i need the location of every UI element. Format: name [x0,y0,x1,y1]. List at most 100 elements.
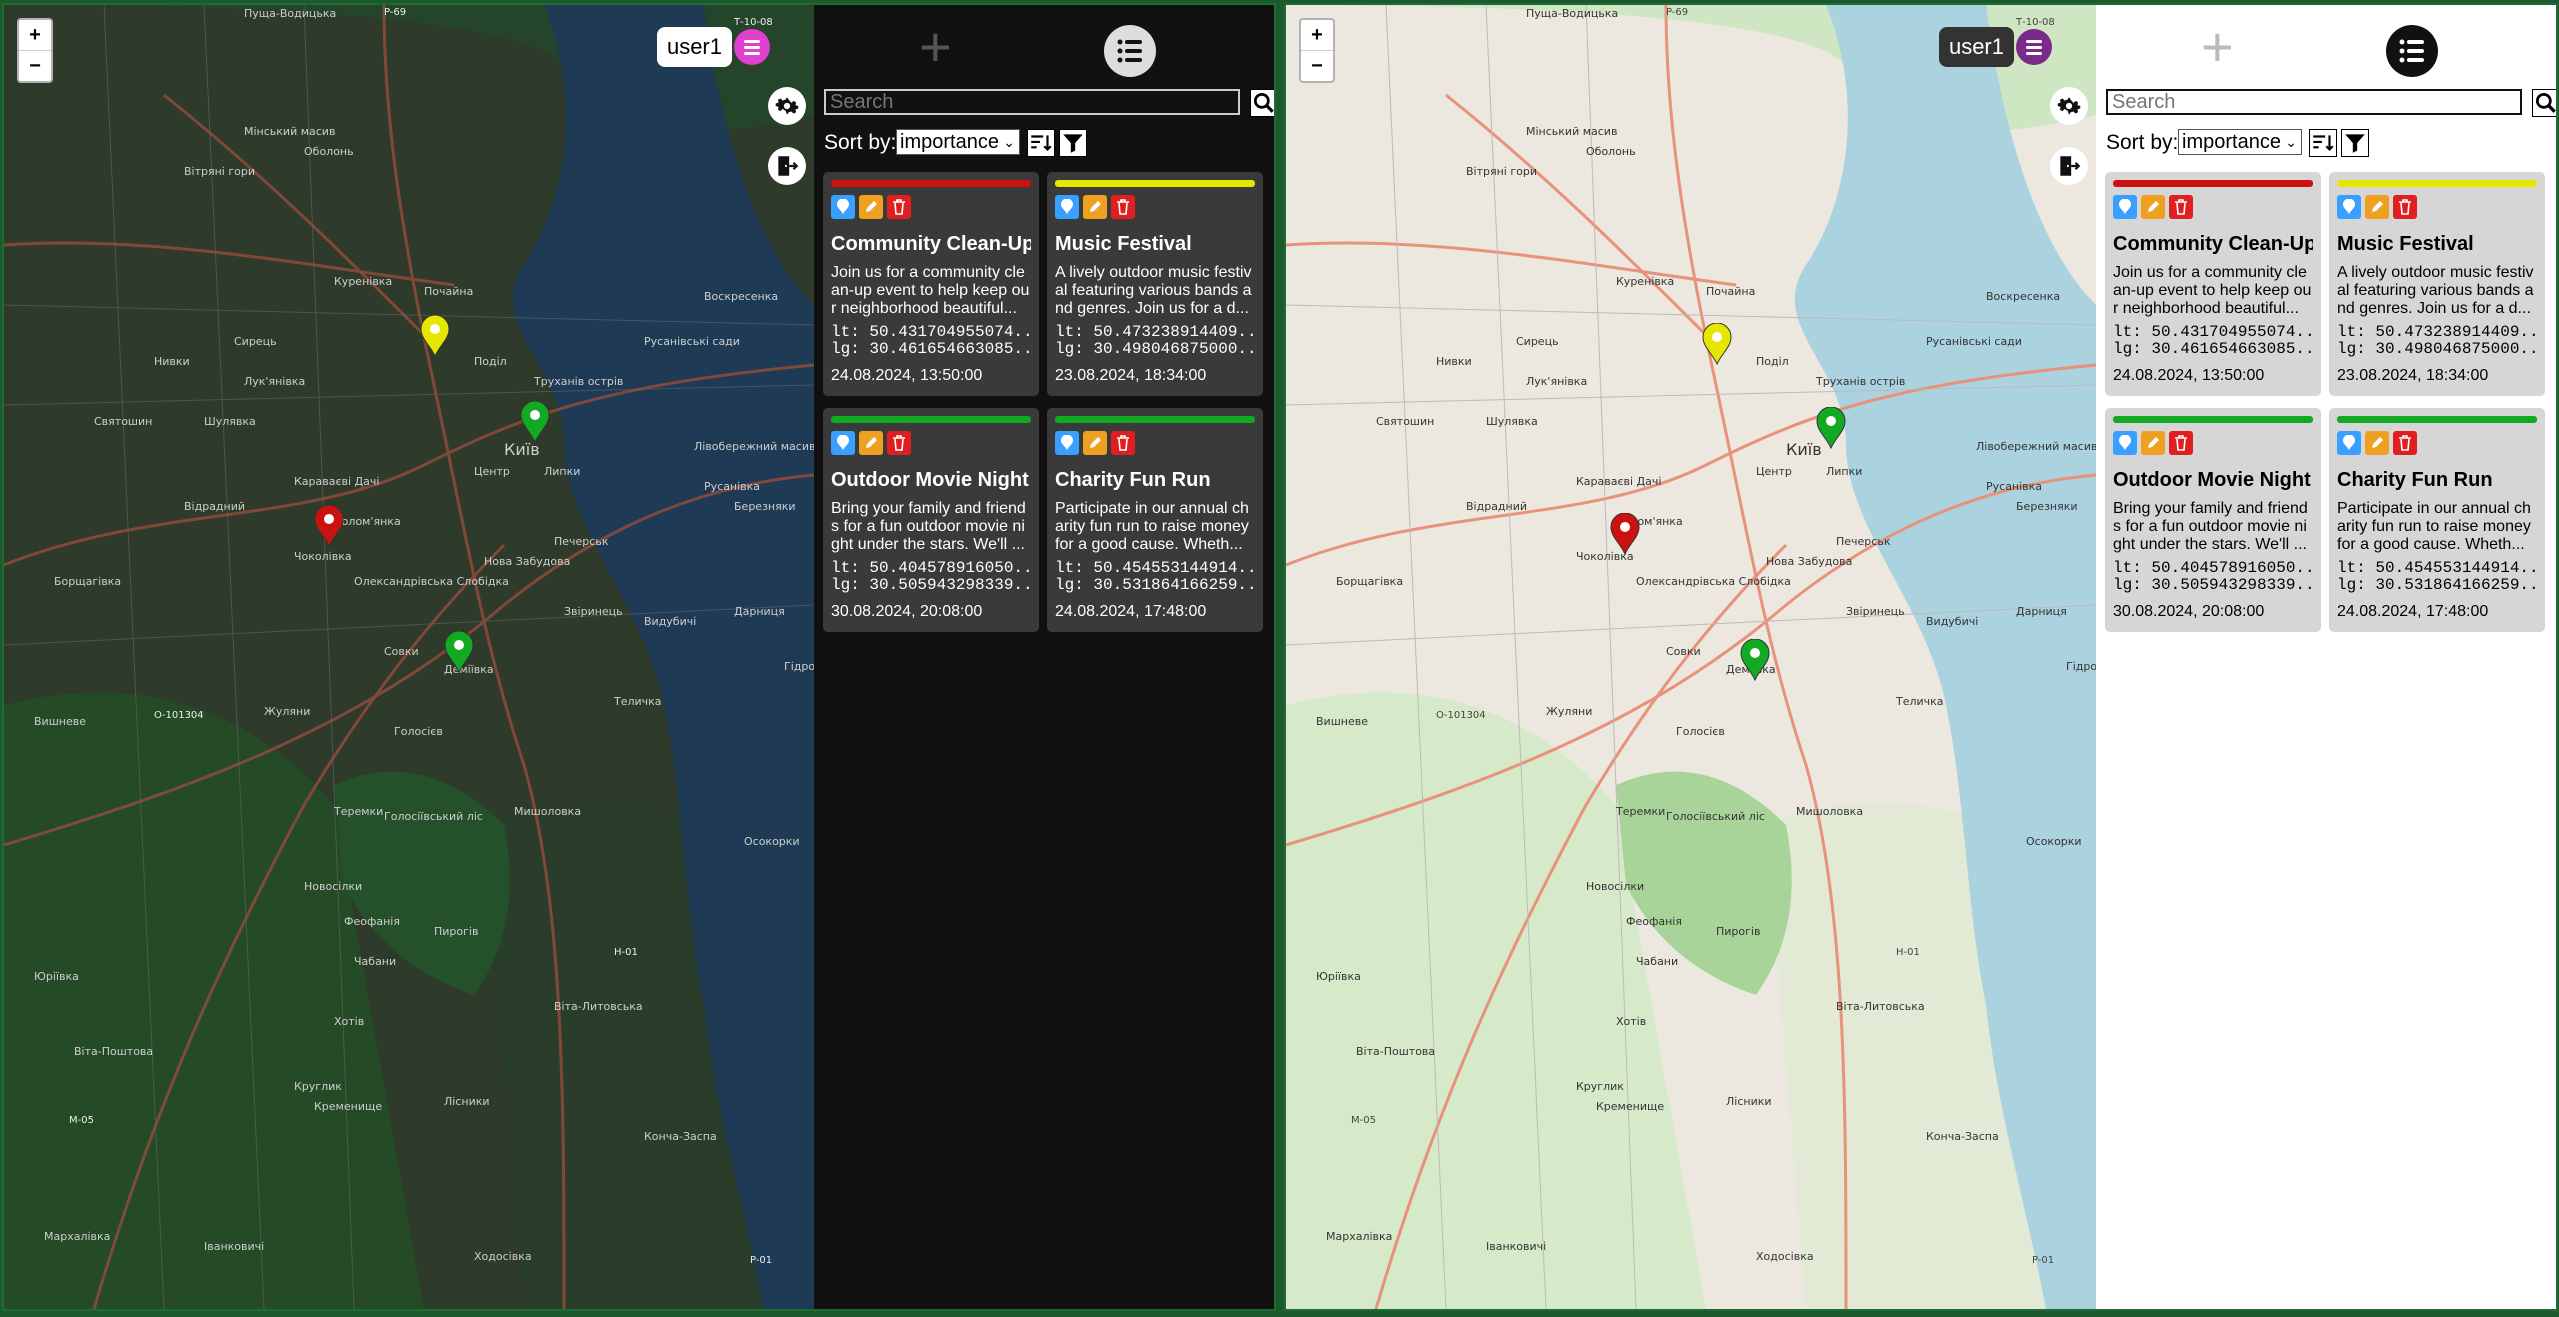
search-input[interactable] [2106,89,2522,115]
marker-green[interactable] [444,631,474,673]
sort-direction-button[interactable] [2309,129,2337,157]
map-place-label: Віта-Литовська [554,1000,643,1013]
zoom-control: + − [17,18,53,83]
location-icon[interactable] [1055,195,1079,219]
logout-button[interactable] [768,147,806,185]
map-canvas[interactable]: Оболонь Мінський масив Вітряні гори Куренів… [4,5,814,1309]
zoom-out-button[interactable]: − [1301,50,1333,81]
map-place-label: Мишоловка [514,805,581,818]
road-label: Т-10-08 [2015,17,2055,28]
edit-icon[interactable] [2365,195,2389,219]
map-light[interactable]: Оболонь Мінський масив Вітряні гори Куренів… [1286,5,2096,1309]
map-place-label: Чабани [1636,955,1678,968]
map-place-label: Осокорки [744,835,800,848]
search-button[interactable] [1250,89,1274,117]
delete-icon[interactable] [2169,431,2193,455]
delete-icon[interactable] [1111,431,1135,455]
event-card[interactable]: Music Festival A lively outdoor music fe… [1047,172,1263,396]
map-place-label: Липки [544,465,580,478]
username-badge[interactable]: user1 [656,27,732,67]
map-place-label: Віта-Поштова [1356,1045,1435,1058]
filter-icon [2345,134,2365,153]
delete-icon[interactable] [1111,195,1135,219]
filter-button[interactable] [2341,129,2369,157]
location-icon[interactable] [2113,431,2137,455]
delete-icon[interactable] [2393,431,2417,455]
map-place-label: Оболонь [1586,145,1636,158]
map-place-label: Борщагівка [1336,575,1403,588]
search-input[interactable] [824,89,1240,115]
delete-icon[interactable] [2393,195,2417,219]
map-place-label: Віта-Поштова [74,1045,153,1058]
marker-green[interactable] [1816,407,1846,449]
location-icon[interactable] [831,195,855,219]
event-longitude: lg: 30.498046875000... [1055,341,1255,358]
event-card[interactable]: Charity Fun Run Participate in our annua… [1047,408,1263,632]
sort-select[interactable]: importance ⌄ [2178,129,2302,155]
map-place-label: Олександрівська Слобідка [1636,575,1791,588]
chevron-down-icon: ⌄ [2285,134,2297,150]
location-icon[interactable] [2337,195,2361,219]
add-event-button[interactable]: + [919,19,952,75]
sort-direction-button[interactable] [1027,129,1055,157]
menu-button[interactable] [734,29,770,65]
marker-red[interactable] [314,505,344,547]
event-latitude: lt: 50.431704955074... [2113,324,2313,341]
edit-icon[interactable] [2141,195,2165,219]
event-card[interactable]: Community Clean-Up Join us for a communi… [823,172,1039,396]
delete-icon[interactable] [887,195,911,219]
list-view-button[interactable] [1104,25,1156,77]
zoom-in-button[interactable]: + [1301,20,1333,50]
event-card[interactable]: Outdoor Movie Night Bring your family an… [823,408,1039,632]
menu-button[interactable] [2016,29,2052,65]
location-icon[interactable] [831,431,855,455]
map-place-label: Совки [1666,645,1701,658]
edit-icon[interactable] [859,431,883,455]
edit-icon[interactable] [859,195,883,219]
marker-green[interactable] [520,401,550,443]
map-canvas[interactable]: Оболонь Мінський масив Вітряні гори Куренів… [1286,5,2096,1309]
add-event-button[interactable]: + [2201,19,2234,75]
zoom-in-button[interactable]: + [19,20,51,50]
hamburger-icon [2026,40,2042,43]
marker-red[interactable] [1610,513,1640,555]
delete-icon[interactable] [887,431,911,455]
road-label: H-01 [614,947,638,958]
settings-button[interactable] [768,87,806,125]
map-place-label: Вітряні гори [184,165,255,178]
event-title: Charity Fun Run [2337,469,2493,491]
edit-icon[interactable] [1083,195,1107,219]
road-label: M-05 [69,1115,94,1126]
delete-icon[interactable] [2169,195,2193,219]
map-place-label: Нивки [154,355,190,368]
event-card[interactable]: Community Clean-Up Join us for a communi… [2105,172,2321,396]
list-view-button[interactable] [2386,25,2438,77]
logout-button[interactable] [2050,147,2088,185]
filter-button[interactable] [1059,129,1087,157]
location-icon[interactable] [2113,195,2137,219]
event-longitude: lg: 30.461654663085... [2113,341,2313,358]
map-place-label: Новосілки [304,880,362,893]
edit-icon[interactable] [2141,431,2165,455]
edit-icon[interactable] [2365,431,2389,455]
username-badge[interactable]: user1 [1938,27,2014,67]
event-card[interactable]: Outdoor Movie Night Bring your family an… [2105,408,2321,632]
event-card[interactable]: Charity Fun Run Participate in our annua… [2329,408,2545,632]
sort-select[interactable]: importance ⌄ [896,129,1020,155]
search-button[interactable] [2532,89,2556,117]
map-place-label: Гідропарк [2066,660,2096,673]
map-place-label: Чоколівка [294,550,352,563]
location-icon[interactable] [2337,431,2361,455]
chevron-down-icon: ⌄ [1003,134,1015,150]
location-icon[interactable] [1055,431,1079,455]
event-card[interactable]: Music Festival A lively outdoor music fe… [2329,172,2545,396]
marker-yellow[interactable] [420,315,450,357]
settings-button[interactable] [2050,87,2088,125]
map-dark[interactable]: Оболонь Мінський масив Вітряні гори Куренів… [4,5,814,1309]
marker-green[interactable] [1740,639,1770,681]
list-icon [2399,39,2424,63]
map-place-label: Круглик [1576,1080,1624,1093]
marker-yellow[interactable] [1702,323,1732,365]
zoom-out-button[interactable]: − [19,50,51,81]
edit-icon[interactable] [1083,431,1107,455]
